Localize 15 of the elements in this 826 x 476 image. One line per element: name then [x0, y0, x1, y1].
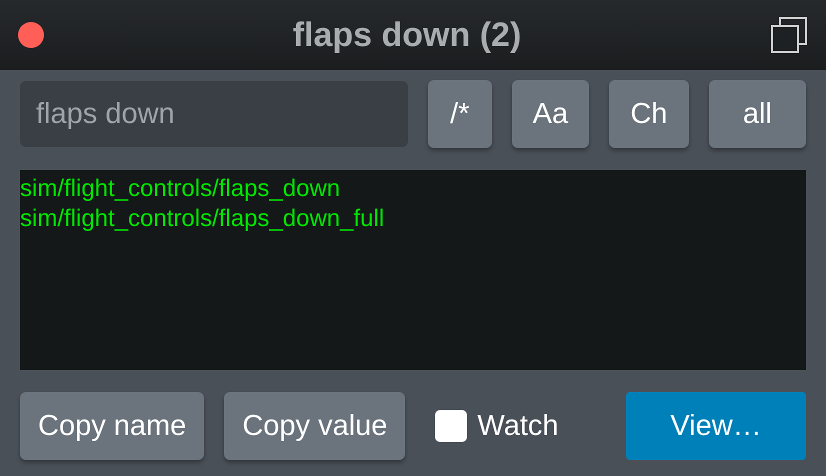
window-title: flaps down (2) — [292, 16, 522, 54]
filter-toggle[interactable]: Ch — [609, 80, 689, 148]
watch-checkbox[interactable] — [435, 410, 468, 442]
result-item[interactable]: sim/flight_controls/flaps_down_full — [20, 204, 384, 234]
filter-toggle[interactable]: /* — [428, 80, 492, 148]
copy-button[interactable]: Copy name — [20, 392, 204, 460]
filter-toggle[interactable]: Aa — [512, 80, 590, 148]
window-icon[interactable] — [770, 16, 808, 54]
close-button[interactable] — [18, 22, 44, 48]
search-field[interactable]: flaps down — [20, 81, 408, 147]
copy-button[interactable]: Copy value — [224, 392, 406, 460]
view-button[interactable]: View… — [626, 392, 806, 460]
filter-toggle[interactable]: all — [708, 80, 806, 148]
watch-label: Watch — [477, 410, 559, 442]
result-item[interactable]: sim/flight_controls/flaps_down — [20, 174, 340, 204]
